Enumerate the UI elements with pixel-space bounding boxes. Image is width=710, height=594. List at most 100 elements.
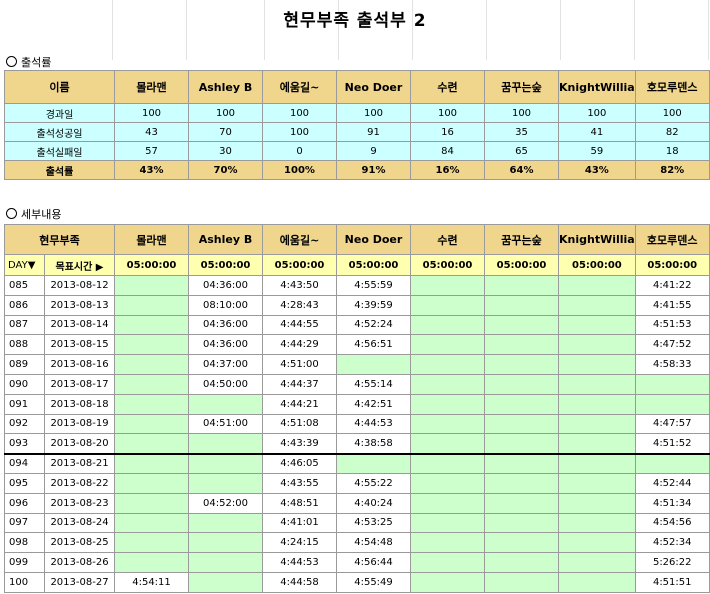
empty-cell[interactable] — [484, 571, 559, 593]
summary-rate-value[interactable]: 16% — [410, 160, 485, 180]
empty-cell[interactable] — [410, 314, 485, 336]
empty-cell[interactable] — [410, 334, 485, 356]
summary-value[interactable]: 41 — [558, 122, 636, 142]
empty-cell[interactable] — [484, 512, 559, 534]
day-cell[interactable]: 093 — [4, 433, 45, 455]
empty-cell[interactable] — [188, 552, 263, 573]
summary-value[interactable]: 9 — [336, 141, 411, 161]
day-cell[interactable]: 085 — [4, 275, 45, 296]
time-cell[interactable]: 4:43:55 — [262, 472, 337, 494]
summary-rate-value[interactable]: 64% — [484, 160, 559, 180]
time-cell[interactable]: 4:52:44 — [634, 472, 710, 494]
empty-cell[interactable] — [484, 472, 559, 494]
target-time[interactable]: 05:00:00 — [410, 254, 485, 276]
empty-cell[interactable] — [114, 472, 189, 494]
time-cell[interactable]: 08:10:00 — [188, 294, 263, 316]
empty-cell[interactable] — [410, 433, 485, 455]
empty-cell[interactable] — [114, 452, 189, 474]
date-cell[interactable]: 2013-08-14 — [44, 314, 115, 336]
empty-cell[interactable] — [410, 532, 485, 554]
summary-value[interactable]: 91 — [336, 122, 411, 142]
time-cell[interactable]: 4:44:21 — [262, 393, 337, 415]
day-cell[interactable]: 091 — [4, 393, 45, 415]
empty-cell[interactable] — [484, 413, 559, 435]
time-cell[interactable]: 4:53:25 — [336, 512, 411, 534]
empty-cell[interactable] — [558, 294, 636, 316]
time-cell[interactable]: 4:43:39 — [262, 433, 337, 455]
empty-cell[interactable] — [188, 532, 263, 554]
empty-cell[interactable] — [484, 433, 559, 455]
time-cell[interactable]: 4:56:44 — [336, 552, 411, 573]
empty-cell[interactable] — [484, 314, 559, 336]
day-cell[interactable]: 098 — [4, 532, 45, 554]
empty-cell[interactable] — [410, 452, 485, 474]
time-cell[interactable]: 04:51:00 — [188, 413, 263, 435]
date-cell[interactable]: 2013-08-24 — [44, 512, 115, 534]
time-cell[interactable]: 4:41:55 — [634, 294, 710, 316]
member-header[interactable]: 몰라맨 — [114, 224, 189, 255]
empty-cell[interactable] — [634, 452, 710, 474]
summary-value[interactable]: 59 — [558, 141, 636, 161]
empty-cell[interactable] — [114, 413, 189, 435]
empty-cell[interactable] — [484, 552, 559, 573]
empty-cell[interactable] — [484, 393, 559, 415]
summary-value[interactable]: 30 — [188, 141, 263, 161]
target-time[interactable]: 05:00:00 — [484, 254, 559, 276]
time-cell[interactable]: 4:47:57 — [634, 413, 710, 435]
summary-value[interactable]: 57 — [114, 141, 189, 161]
time-cell[interactable]: 4:44:37 — [262, 373, 337, 395]
target-time[interactable]: 05:00:00 — [558, 254, 636, 276]
empty-cell[interactable] — [410, 492, 485, 514]
time-cell[interactable]: 4:24:15 — [262, 532, 337, 554]
time-cell[interactable]: 4:41:22 — [634, 275, 710, 296]
empty-cell[interactable] — [114, 512, 189, 534]
empty-cell[interactable] — [114, 354, 189, 375]
target-time[interactable]: 05:00:00 — [336, 254, 411, 276]
date-cell[interactable]: 2013-08-21 — [44, 452, 115, 474]
day-cell[interactable]: 090 — [4, 373, 45, 395]
date-cell[interactable]: 2013-08-20 — [44, 433, 115, 455]
empty-cell[interactable] — [336, 354, 411, 375]
summary-rate-label[interactable]: 출석률 — [4, 160, 115, 180]
summary-value[interactable]: 43 — [114, 122, 189, 142]
empty-cell[interactable] — [188, 393, 263, 415]
time-cell[interactable]: 4:54:48 — [336, 532, 411, 554]
day-cell[interactable]: 089 — [4, 354, 45, 375]
detail-header-name[interactable]: 현무부족 — [4, 224, 115, 255]
empty-cell[interactable] — [114, 433, 189, 455]
empty-cell[interactable] — [114, 532, 189, 554]
time-cell[interactable]: 5:26:22 — [634, 552, 710, 573]
summary-value[interactable]: 82 — [634, 122, 710, 142]
summary-rate-value[interactable]: 43% — [114, 160, 189, 180]
empty-cell[interactable] — [558, 354, 636, 375]
target-time[interactable]: 05:00:00 — [634, 254, 710, 276]
empty-cell[interactable] — [634, 373, 710, 395]
day-cell[interactable]: 088 — [4, 334, 45, 356]
time-cell[interactable]: 4:44:53 — [336, 413, 411, 435]
summary-value[interactable]: 16 — [410, 122, 485, 142]
time-cell[interactable]: 4:47:52 — [634, 334, 710, 356]
time-cell[interactable]: 4:28:43 — [262, 294, 337, 316]
time-cell[interactable]: 4:55:22 — [336, 472, 411, 494]
summary-value[interactable]: 100 — [188, 103, 263, 123]
summary-header-name[interactable]: 이름 — [4, 70, 115, 104]
member-header[interactable]: Ashley B — [188, 224, 263, 255]
summary-value[interactable]: 18 — [634, 141, 710, 161]
summary-value[interactable]: 100 — [410, 103, 485, 123]
member-header[interactable]: Neo Doer — [336, 70, 411, 104]
time-cell[interactable]: 04:36:00 — [188, 275, 263, 296]
empty-cell[interactable] — [558, 532, 636, 554]
member-header[interactable]: 에움길~ — [262, 224, 337, 255]
empty-cell[interactable] — [410, 393, 485, 415]
time-cell[interactable]: 4:48:51 — [262, 492, 337, 514]
empty-cell[interactable] — [410, 413, 485, 435]
day-cell[interactable]: 100 — [4, 571, 45, 593]
summary-rate-value[interactable]: 82% — [634, 160, 710, 180]
summary-value[interactable]: 100 — [484, 103, 559, 123]
empty-cell[interactable] — [410, 472, 485, 494]
time-cell[interactable]: 4:54:11 — [114, 571, 189, 593]
summary-row-label[interactable]: 출석실패일 — [4, 141, 115, 161]
member-header[interactable]: 몰라맨 — [114, 70, 189, 104]
time-cell[interactable]: 04:36:00 — [188, 334, 263, 356]
date-cell[interactable]: 2013-08-26 — [44, 552, 115, 573]
